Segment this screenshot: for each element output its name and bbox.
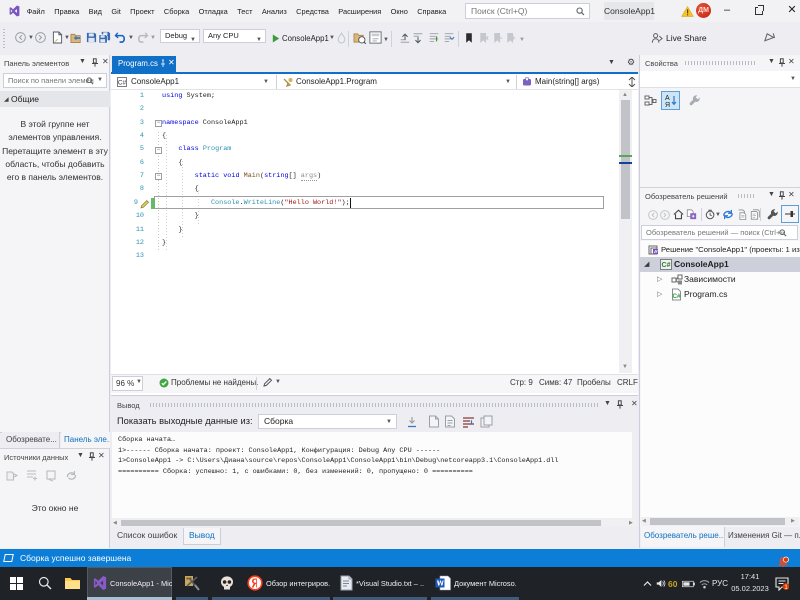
svg-text:Я: Я bbox=[665, 102, 670, 107]
svg-text:C#: C# bbox=[118, 80, 127, 87]
svg-text:А: А bbox=[665, 95, 670, 102]
svg-text:C#: C# bbox=[662, 262, 671, 269]
svg-text:C#: C# bbox=[672, 293, 681, 300]
